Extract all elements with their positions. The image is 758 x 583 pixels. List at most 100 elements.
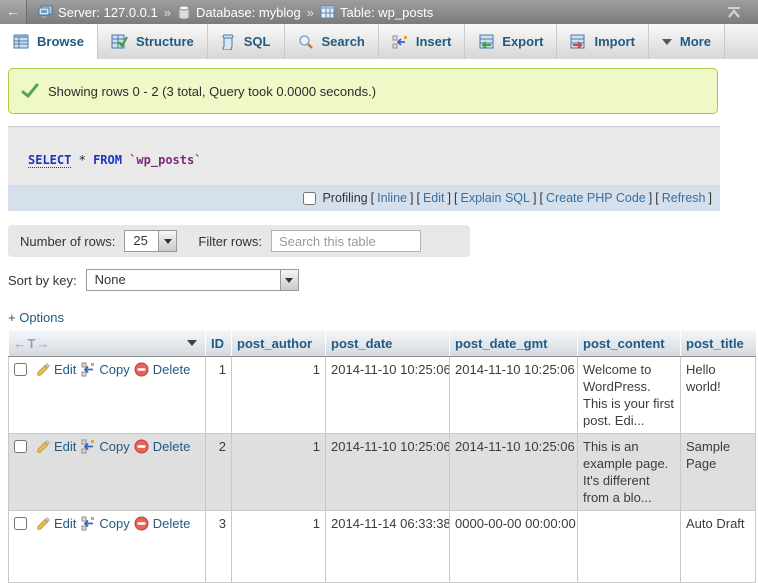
delete-label: Delete <box>153 515 191 532</box>
cell-post-content: Welcome to WordPress. This is your first… <box>578 357 681 434</box>
tab-bar: Browse Structure SQL Search Insert Expor… <box>0 24 758 59</box>
tab-import[interactable]: Import <box>557 24 648 59</box>
table-icon <box>320 5 335 19</box>
sql-star: * <box>79 153 86 167</box>
copy-row-link[interactable]: Copy <box>80 438 129 455</box>
chevron-down-icon <box>158 231 176 251</box>
tab-structure[interactable]: Structure <box>98 24 208 59</box>
edit-row-link[interactable]: Edit <box>36 361 76 378</box>
profiling-checkbox[interactable] <box>303 192 316 205</box>
scroll-to-top-icon[interactable] <box>726 5 742 19</box>
pencil-icon <box>36 440 50 454</box>
cell-post-date-gmt: 2014-11-10 10:25:06 <box>450 434 578 511</box>
edit-label: Edit <box>54 515 76 532</box>
column-header-post-content[interactable]: post_content <box>578 330 681 357</box>
success-message: Showing rows 0 - 2 (3 total, Query took … <box>8 68 718 114</box>
filter-rows-input[interactable] <box>271 230 421 252</box>
cell-post-content <box>578 511 681 583</box>
cell-post-author: 1 <box>232 511 326 583</box>
copy-label: Copy <box>99 361 129 378</box>
chevron-down-icon <box>662 39 672 45</box>
structure-icon <box>111 34 128 49</box>
tab-browse[interactable]: Browse <box>0 24 98 59</box>
actions-header: ←T→ <box>9 330 206 357</box>
edit-row-link[interactable]: Edit <box>36 515 76 532</box>
cell-post-title: Hello world! <box>681 357 756 434</box>
collapse-sidebar-button[interactable]: ← <box>0 0 27 24</box>
number-of-rows-select[interactable]: 25 <box>124 230 177 252</box>
cell-post-content: This is an example page. It's different … <box>578 434 681 511</box>
filter-rows-label: Filter rows: <box>198 234 262 249</box>
chevron-down-icon <box>280 270 298 290</box>
bracket: [ <box>655 191 658 205</box>
sql-query-box: SELECT * FROM `wp_posts` Profiling [ Inl… <box>8 126 720 211</box>
delete-row-link[interactable]: Delete <box>134 515 191 532</box>
chevron-down-icon[interactable] <box>187 340 197 346</box>
row-checkbox[interactable] <box>14 517 27 530</box>
column-browse-control[interactable]: ←T→ <box>14 336 51 351</box>
cell-id: 1 <box>206 357 232 434</box>
breadcrumb-server-label: Server: 127.0.0.1 <box>58 5 158 20</box>
table-header-row: ←T→ ID post_author post_date post_date_g… <box>9 330 756 357</box>
cell-post-date: 2014-11-14 06:33:38 <box>326 511 450 583</box>
bracket: ] <box>533 191 536 205</box>
options-toggle-link[interactable]: + Options <box>8 310 64 325</box>
delete-label: Delete <box>153 438 191 455</box>
pencil-icon <box>36 517 50 531</box>
copy-row-link[interactable]: Copy <box>80 515 129 532</box>
breadcrumb-separator: » <box>164 5 171 20</box>
sort-by-key-select[interactable]: None <box>86 269 299 291</box>
tab-insert[interactable]: Insert <box>379 24 465 59</box>
bracket: ] <box>410 191 413 205</box>
copy-icon <box>80 362 95 377</box>
refresh-link[interactable]: Refresh <box>662 191 706 205</box>
tab-search[interactable]: Search <box>285 24 379 59</box>
tab-export[interactable]: Export <box>465 24 557 59</box>
bracket: [ <box>416 191 419 205</box>
row-checkbox[interactable] <box>14 440 27 453</box>
bracket: ] <box>649 191 652 205</box>
column-header-post-date[interactable]: post_date <box>326 330 450 357</box>
breadcrumb-server[interactable]: Server: 127.0.0.1 <box>37 4 158 20</box>
edit-query-link[interactable]: Edit <box>423 191 445 205</box>
sql-keyword-select[interactable]: SELECT <box>28 153 71 168</box>
breadcrumb-table[interactable]: Table: wp_posts <box>320 5 433 20</box>
column-header-id[interactable]: ID <box>206 330 232 357</box>
delete-row-link[interactable]: Delete <box>134 438 191 455</box>
column-header-post-author[interactable]: post_author <box>232 330 326 357</box>
row-checkbox[interactable] <box>14 363 27 376</box>
copy-icon <box>80 439 95 454</box>
tab-export-label: Export <box>502 34 543 49</box>
column-header-post-title[interactable]: post_title <box>681 330 756 357</box>
sql-footer-bar: Profiling [ Inline ] [ Edit ] [ Explain … <box>8 185 720 211</box>
sql-keyword-from: FROM <box>93 153 122 167</box>
tab-more[interactable]: More <box>649 24 725 59</box>
breadcrumb-database[interactable]: Database: myblog <box>177 5 301 20</box>
cell-post-date: 2014-11-10 10:25:06 <box>326 434 450 511</box>
cell-id: 3 <box>206 511 232 583</box>
sort-by-key-value: None <box>87 270 134 290</box>
search-icon <box>298 34 314 50</box>
column-header-post-date-gmt[interactable]: post_date_gmt <box>450 330 578 357</box>
delete-row-link[interactable]: Delete <box>134 361 191 378</box>
breadcrumb-bar: ← Server: 127.0.0.1 » Database: myblog »… <box>0 0 758 24</box>
bracket: ] <box>709 191 712 205</box>
copy-row-link[interactable]: Copy <box>80 361 129 378</box>
tab-sql[interactable]: SQL <box>208 24 285 59</box>
bracket: ] <box>448 191 451 205</box>
number-of-rows-value: 25 <box>125 231 155 251</box>
explain-sql-link[interactable]: Explain SQL <box>460 191 529 205</box>
cell-post-title: Sample Page <box>681 434 756 511</box>
pencil-icon <box>36 363 50 377</box>
inline-link[interactable]: Inline <box>377 191 407 205</box>
breadcrumb: Server: 127.0.0.1 » Database: myblog » T… <box>27 4 726 20</box>
create-php-code-link[interactable]: Create PHP Code <box>546 191 646 205</box>
tab-more-label: More <box>680 34 711 49</box>
cell-post-date: 2014-11-10 10:25:06 <box>326 357 450 434</box>
edit-label: Edit <box>54 361 76 378</box>
delete-label: Delete <box>153 361 191 378</box>
edit-row-link[interactable]: Edit <box>36 438 76 455</box>
sql-table-name: `wp_posts` <box>129 153 201 167</box>
sql-query-text: SELECT * FROM `wp_posts` <box>8 126 720 185</box>
delete-icon <box>134 362 149 377</box>
